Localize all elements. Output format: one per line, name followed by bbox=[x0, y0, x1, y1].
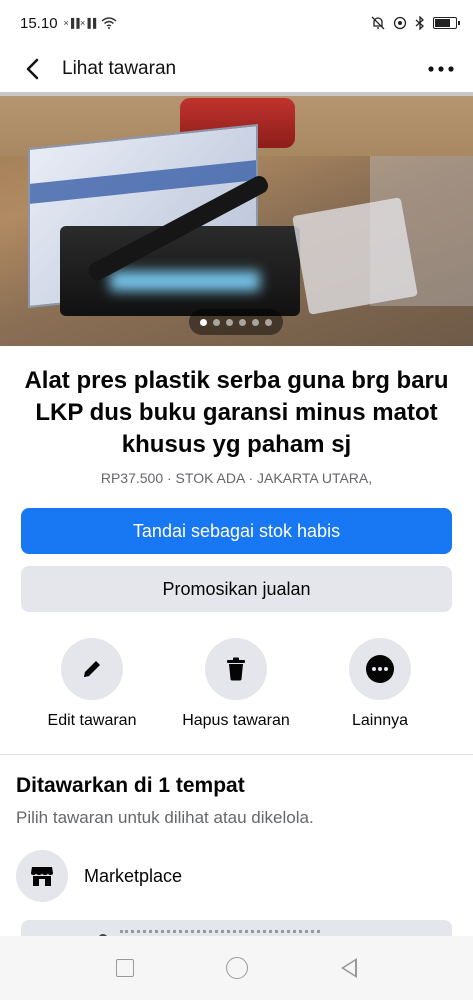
wifi-icon bbox=[101, 17, 117, 29]
clock: 15.10 bbox=[20, 14, 58, 32]
listing-title: Alat pres plastik serba guna brg baru LK… bbox=[24, 367, 449, 458]
status-bar: 15.10 ×▐▐ ×▐▐ bbox=[0, 0, 473, 46]
carousel-dot[interactable] bbox=[226, 318, 233, 326]
carousel-indicator bbox=[189, 309, 283, 335]
marketplace-item[interactable]: Marketplace bbox=[16, 850, 182, 902]
signal-icon: ×▐▐ ×▐▐ bbox=[63, 18, 97, 28]
carousel-dot[interactable] bbox=[213, 318, 220, 326]
action-label: Lainnya bbox=[351, 712, 409, 729]
photo-accessory-bag bbox=[292, 197, 418, 315]
battery-icon bbox=[433, 17, 460, 29]
system-nav-bar bbox=[0, 936, 473, 1000]
place-label: Marketplace bbox=[84, 865, 183, 886]
silent-bell-icon bbox=[371, 16, 385, 30]
listing-photo-carousel[interactable] bbox=[0, 92, 473, 346]
back-arrow-icon[interactable] bbox=[18, 55, 46, 83]
more-action[interactable]: Lainnya bbox=[305, 638, 455, 730]
back-triangle-icon[interactable] bbox=[340, 958, 357, 978]
photo-sealer-light bbox=[110, 271, 260, 291]
trash-icon[interactable] bbox=[205, 638, 267, 700]
edit-listing-action[interactable]: Edit tawaran bbox=[17, 638, 167, 730]
app-bar: Lihat tawaran bbox=[0, 46, 473, 92]
carousel-dot[interactable] bbox=[252, 318, 259, 326]
carousel-dot[interactable] bbox=[200, 318, 207, 326]
pencil-icon[interactable] bbox=[61, 638, 123, 700]
status-right bbox=[371, 16, 460, 30]
carousel-dot[interactable] bbox=[265, 318, 272, 326]
marketplace-store-icon bbox=[16, 850, 68, 902]
delete-listing-action[interactable]: Hapus tawaran bbox=[161, 638, 311, 730]
promote-button[interactable]: Promosikan jualan bbox=[21, 566, 452, 612]
action-label: Hapus tawaran bbox=[182, 712, 290, 729]
action-row: Edit tawaran Hapus tawaran Lainnya bbox=[0, 638, 473, 738]
offered-section-title: Ditawarkan di 1 tempat bbox=[16, 774, 245, 797]
bluetooth-icon bbox=[415, 16, 424, 30]
offered-section-subtitle: Pilih tawaran untuk dilihat atau dikelol… bbox=[16, 808, 314, 827]
data-saver-icon bbox=[393, 16, 407, 30]
action-label: Edit tawaran bbox=[47, 712, 137, 729]
more-options-icon[interactable] bbox=[423, 55, 459, 83]
carousel-dot[interactable] bbox=[239, 318, 246, 326]
status-left: 15.10 ×▐▐ ×▐▐ bbox=[20, 15, 117, 32]
home-icon[interactable] bbox=[226, 957, 249, 979]
page-title: Lihat tawaran bbox=[62, 58, 177, 79]
mark-sold-button[interactable]: Tandai sebagai stok habis bbox=[21, 508, 452, 554]
section-divider bbox=[0, 754, 473, 755]
more-horizontal-icon[interactable] bbox=[349, 638, 411, 700]
recent-apps-icon[interactable] bbox=[116, 959, 135, 977]
listing-meta: RP37.500 · STOK ADA · JAKARTA UTARA, bbox=[100, 470, 373, 486]
